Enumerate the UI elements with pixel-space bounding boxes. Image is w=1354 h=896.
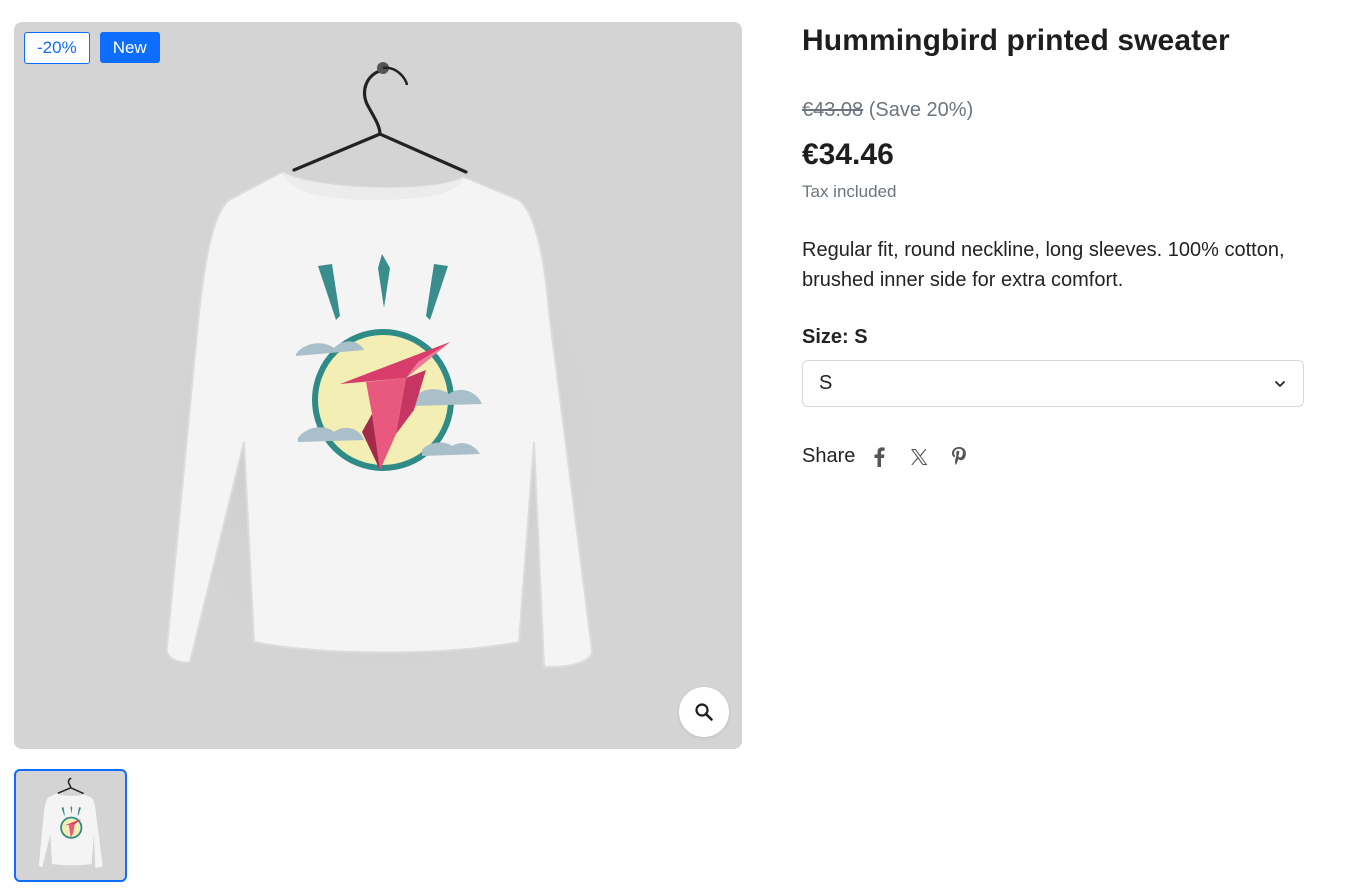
thumbnail-item[interactable] bbox=[14, 769, 127, 882]
share-label: Share bbox=[802, 445, 856, 467]
sweater-image bbox=[134, 62, 634, 712]
x-icon[interactable] bbox=[909, 446, 929, 468]
zoom-button[interactable] bbox=[679, 687, 729, 737]
product-page: -20% New Hummingbird printed sweater €43… bbox=[0, 0, 1354, 896]
new-badge: New bbox=[99, 32, 160, 63]
share-row: Share bbox=[802, 445, 1304, 468]
product-details: Hummingbird printed sweater €43.08 (Save… bbox=[802, 22, 1304, 468]
share-icons bbox=[869, 446, 969, 468]
size-select-value: S bbox=[819, 372, 833, 394]
regular-price: €43.08 bbox=[802, 99, 864, 121]
product-title: Hummingbird printed sweater bbox=[802, 24, 1230, 57]
size-select[interactable]: S bbox=[802, 360, 1304, 407]
product-description: Regular fit, round neckline, long sleeve… bbox=[802, 239, 1285, 291]
search-icon bbox=[695, 703, 713, 721]
thumbnail-list bbox=[14, 769, 742, 882]
product-gallery: -20% New bbox=[14, 22, 742, 882]
discount-badge: -20% bbox=[24, 32, 90, 64]
product-badges: -20% New bbox=[24, 32, 160, 64]
chevron-down-icon bbox=[1275, 380, 1285, 387]
save-text: (Save 20%) bbox=[868, 99, 974, 121]
tax-note: Tax included bbox=[802, 182, 897, 201]
pinterest-icon[interactable] bbox=[949, 446, 969, 468]
current-price: €34.46 bbox=[802, 138, 894, 171]
sweater-thumbnail-image bbox=[38, 777, 103, 868]
size-label: Size: S bbox=[802, 326, 868, 348]
facebook-icon[interactable] bbox=[869, 446, 889, 468]
product-main-image[interactable]: -20% New bbox=[14, 22, 742, 749]
price-discount-row: €43.08 (Save 20%) bbox=[802, 98, 1304, 122]
